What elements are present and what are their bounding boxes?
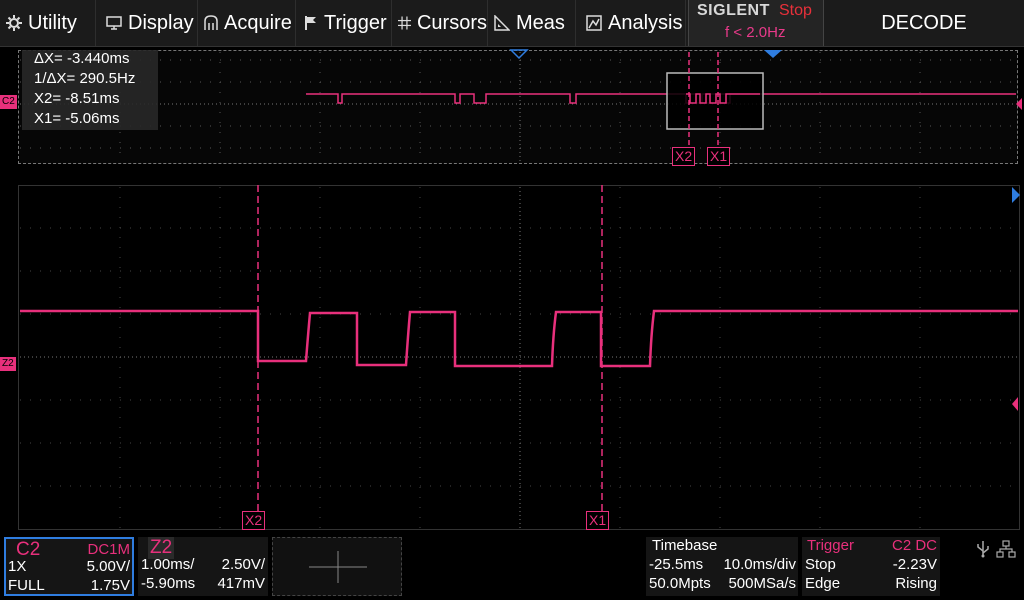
menu-cursors-label: Cursors: [416, 11, 487, 34]
menu-display[interactable]: Display: [100, 0, 198, 46]
inverse-delta-x-readout: 1/ΔX= 290.5Hz: [34, 70, 136, 87]
x1-readout: X1= -5.06ms: [34, 110, 120, 127]
zoom-x2-tag[interactable]: X2: [242, 511, 266, 530]
zoom-waveform-svg: [20, 185, 1020, 528]
trigger-level: -2.23V: [892, 556, 937, 573]
timebase-scale: 10.0ms/div: [723, 556, 796, 573]
x2-readout: X2= -8.51ms: [34, 90, 120, 107]
menu-trigger-label: Trigger: [324, 11, 387, 34]
monitor-icon: [106, 16, 122, 30]
zoom-offset: 417mV: [217, 575, 265, 592]
analysis-icon: [586, 15, 602, 31]
zoom-channel-marker[interactable]: Z2: [0, 357, 16, 371]
run-state: Stop: [779, 2, 812, 19]
measure-icon: [494, 15, 510, 31]
menu-meas-label: Meas: [516, 11, 565, 34]
gear-icon: [6, 15, 22, 31]
sample-rate: 500MSa/s: [728, 575, 796, 592]
menu-meas[interactable]: Meas: [488, 0, 576, 46]
usb-icon: [977, 541, 989, 558]
trigger-state: Stop: [805, 556, 836, 573]
menu-display-label: Display: [128, 11, 194, 34]
trigger-frequency: f < 2.0Hz: [725, 24, 786, 41]
network-icon: [996, 540, 1016, 558]
trigger-source: C2 DC: [891, 537, 937, 554]
cursor-grid-icon: [398, 16, 411, 30]
zoom-window[interactable]: [666, 72, 764, 130]
menu-utility-label: Utility: [28, 11, 77, 34]
zoom-z2-panel[interactable]: Z2 1.00ms/ 2.50V/ -5.90ms 417mV: [138, 537, 268, 596]
menu-cursors[interactable]: Cursors: [392, 0, 488, 46]
menu-analysis-label: Analysis: [608, 11, 683, 34]
memory-depth: 50.0Mpts: [649, 575, 711, 592]
crosshair-icon: [309, 551, 367, 583]
add-channel-slot[interactable]: [272, 537, 402, 596]
run-stop-status[interactable]: SIGLENT Stop f < 2.0Hz: [688, 0, 824, 46]
zoom-scale: 2.50V/: [221, 556, 265, 573]
timebase-panel[interactable]: Timebase -25.5ms 10.0ms/div 50.0Mpts 500…: [646, 537, 798, 596]
menu-acquire[interactable]: Acquire: [198, 0, 296, 46]
channel-scale: 5.00V/: [86, 558, 130, 575]
decode-label: DECODE: [881, 11, 967, 34]
delta-x-readout: ΔX= -3.440ms: [34, 50, 130, 67]
overview-x2-tag[interactable]: X2: [672, 147, 696, 166]
overview-trace: [306, 93, 1016, 104]
trigger-type: Edge: [805, 575, 841, 592]
overview-channel-marker[interactable]: C2: [0, 95, 17, 109]
timebase-title: Timebase: [652, 537, 718, 554]
zoom-timebase: 1.00ms/: [141, 556, 195, 573]
zoom-trigger-marker[interactable]: [1012, 187, 1020, 203]
cursor-readout-panel: ΔX= -3.440ms 1/ΔX= 290.5Hz X2= -8.51ms X…: [22, 50, 158, 130]
menu-trigger[interactable]: Trigger: [298, 0, 392, 46]
channel-c2-panel[interactable]: C2 DC1M 1X 5.00V/ FULL 1.75V: [4, 537, 134, 596]
menu-utility[interactable]: Utility: [0, 0, 96, 46]
flag-icon: [305, 16, 316, 30]
trigger-delay-marker[interactable]: [764, 50, 782, 58]
trigger-panel[interactable]: Trigger C2 DC Stop -2.23V Edge Rising: [802, 537, 940, 596]
overview-x1-tag[interactable]: X1: [707, 147, 731, 166]
menu-analysis[interactable]: Analysis: [580, 0, 686, 46]
channel-probe: 1X: [8, 558, 27, 575]
zoom-delay: -5.90ms: [141, 575, 196, 592]
menu-acquire-label: Acquire: [224, 11, 292, 34]
trigger-slope: Rising: [895, 575, 937, 592]
channel-coupling: DC1M: [87, 541, 130, 558]
channel-bandwidth: FULL: [8, 577, 45, 594]
zoom-x1-tag[interactable]: X1: [586, 511, 610, 530]
decode-button[interactable]: DECODE: [824, 0, 1024, 46]
brand-logo: SIGLENT: [697, 2, 770, 19]
channel-offset: 1.75V: [90, 577, 130, 594]
acquire-icon: [204, 15, 218, 30]
trigger-title: Trigger: [807, 537, 854, 554]
zoom-trace: [20, 309, 1018, 368]
trigger-position-marker[interactable]: [509, 49, 529, 60]
timebase-delay: -25.5ms: [649, 556, 704, 573]
